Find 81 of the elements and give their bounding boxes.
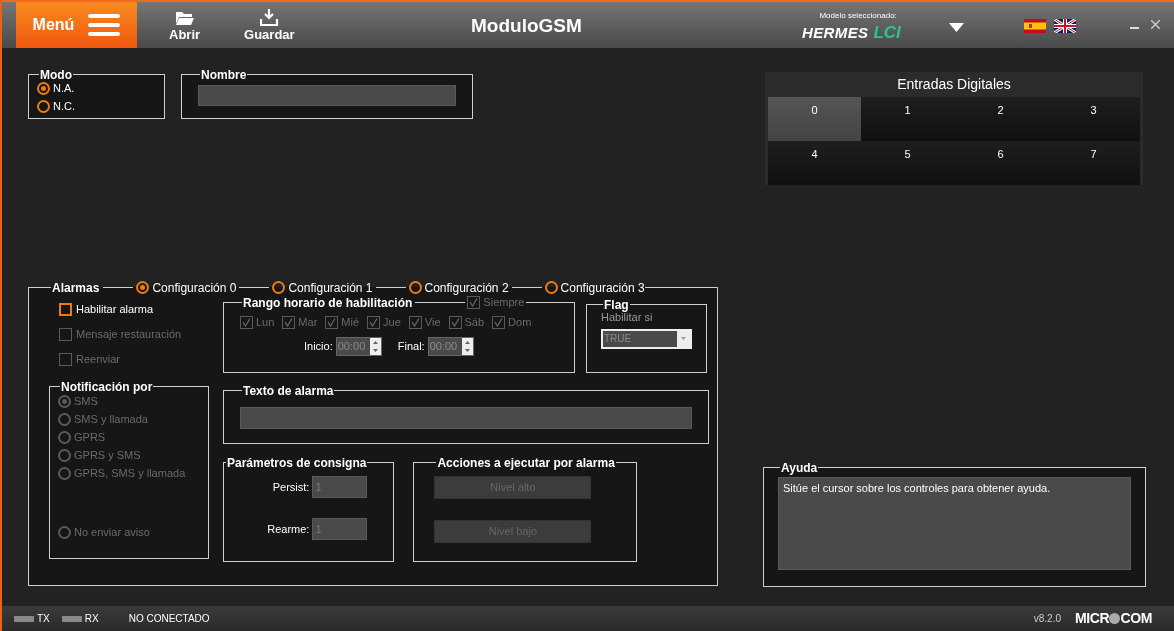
input-cell[interactable]: 3 <box>1047 97 1140 141</box>
input-cell[interactable]: 2 <box>954 97 1047 141</box>
window-title: ModuloGSM <box>471 16 582 35</box>
caret-icon <box>949 23 964 32</box>
checkbox-label: Dom <box>508 317 532 328</box>
help-text-box: Sitúe el cursor sobre los controles para obtener ayuda. <box>778 477 1131 570</box>
alarm-text-field[interactable] <box>240 407 692 429</box>
spanish-flag-icon[interactable] <box>1024 19 1046 33</box>
radio-label: SMS y llamada <box>74 414 148 425</box>
group-title: Nombre <box>201 68 247 82</box>
indicator-label: RX <box>84 612 99 626</box>
indicator-label: TX <box>37 612 50 626</box>
radio-button[interactable] <box>272 281 286 294</box>
british-flag-icon[interactable] <box>1054 19 1076 33</box>
folder-icon <box>175 9 195 26</box>
model-logo[interactable]: HERMES LCI <box>802 24 901 41</box>
brand-text: MICR <box>1075 609 1110 628</box>
radio-label: No enviar aviso <box>74 527 150 538</box>
input-cell[interactable]: 1 <box>861 97 954 141</box>
radio-button[interactable] <box>408 281 422 294</box>
checkbox-label: Vie <box>424 317 441 328</box>
close-icon <box>1151 20 1160 29</box>
radio-label: Configuración 0 <box>152 281 237 294</box>
checkbox-label: Habilitar alarma <box>76 304 154 315</box>
radio-button[interactable] <box>37 100 50 113</box>
menu-icon <box>88 14 121 36</box>
connection-status: NO CONECTADO <box>128 612 210 626</box>
field-label: Final: <box>397 339 425 355</box>
field-label: Rearme: <box>267 521 310 537</box>
checkbox-label: Reenviar <box>76 354 121 365</box>
name-field[interactable] <box>198 85 456 106</box>
checkbox-label: Mensaje restauración <box>76 329 182 340</box>
group-title: Ayuda <box>781 461 818 475</box>
input-cell[interactable]: 6 <box>954 141 1047 185</box>
radio-label: Configuración 1 <box>288 281 373 294</box>
radio-label: N.A. <box>53 83 75 94</box>
version-label: v8.2.0 <box>1033 612 1061 626</box>
field-label: Habilitar si <box>601 312 654 323</box>
radio-button[interactable] <box>136 281 150 294</box>
group-title: Alarmas <box>51 281 101 294</box>
input-cell[interactable]: 4 <box>768 141 861 185</box>
group-title: Modo <box>40 68 72 82</box>
spinner-arrows-icon <box>461 338 473 355</box>
minimize-icon <box>1130 26 1139 29</box>
checkbox-label: Mié <box>341 317 360 328</box>
group-title: Rango horario de habilitación <box>242 296 414 309</box>
indicator-light <box>14 615 34 622</box>
group-title: Notificación por <box>61 380 153 394</box>
indicator-light <box>61 615 82 622</box>
field-label: Persist: <box>272 479 310 495</box>
radio-label: GPRS, SMS y llamada <box>74 468 186 479</box>
group-title: Parámetros de consigna <box>227 456 367 470</box>
checkbox-label: Mar <box>298 317 318 328</box>
input-cell[interactable]: 0 <box>768 97 861 141</box>
checkbox[interactable] <box>59 303 72 316</box>
checkbox-label: Sáb <box>464 317 485 328</box>
toolbar-button[interactable]: Guardar <box>240 2 299 48</box>
spinner-arrows-icon <box>369 338 381 355</box>
field-label: Inicio: <box>304 339 333 355</box>
brand-text: COM <box>1120 609 1152 628</box>
checkbox-label: Jue <box>383 317 401 328</box>
radio-label: SMS <box>74 396 98 407</box>
checkbox-label: Siempre <box>483 297 525 308</box>
radio-label: N.C. <box>53 101 75 112</box>
panel-title: Entradas Digitales <box>896 75 1012 94</box>
group-title: Acciones a ejecutar por alarma <box>437 456 615 470</box>
model-label: Modelo seleccionado: <box>819 12 897 20</box>
download-icon <box>259 9 279 26</box>
radio-label: GPRS <box>74 432 106 443</box>
input-cell[interactable]: 5 <box>861 141 954 185</box>
dot-icon <box>1109 613 1121 624</box>
radio-button[interactable] <box>544 281 558 294</box>
radio-label: Configuración 3 <box>560 281 645 294</box>
radio-label: GPRS y SMS <box>74 450 141 461</box>
group-title: Texto de alarma <box>243 384 334 398</box>
radio-label: Configuración 2 <box>424 281 509 294</box>
toolbar-button[interactable]: Abrir <box>165 2 205 48</box>
radio-button[interactable] <box>37 82 50 95</box>
input-cell[interactable]: 7 <box>1047 141 1140 185</box>
checkbox-label: Lun <box>256 317 275 328</box>
group-title: Flag <box>604 298 629 312</box>
